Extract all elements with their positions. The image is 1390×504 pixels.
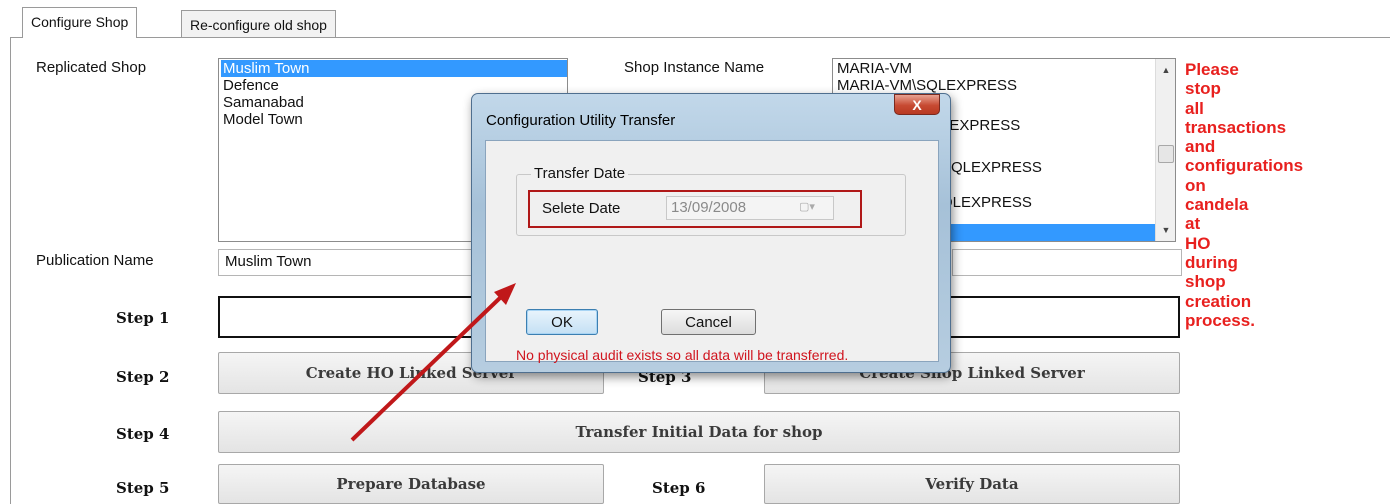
annotation-arrow <box>350 283 516 442</box>
